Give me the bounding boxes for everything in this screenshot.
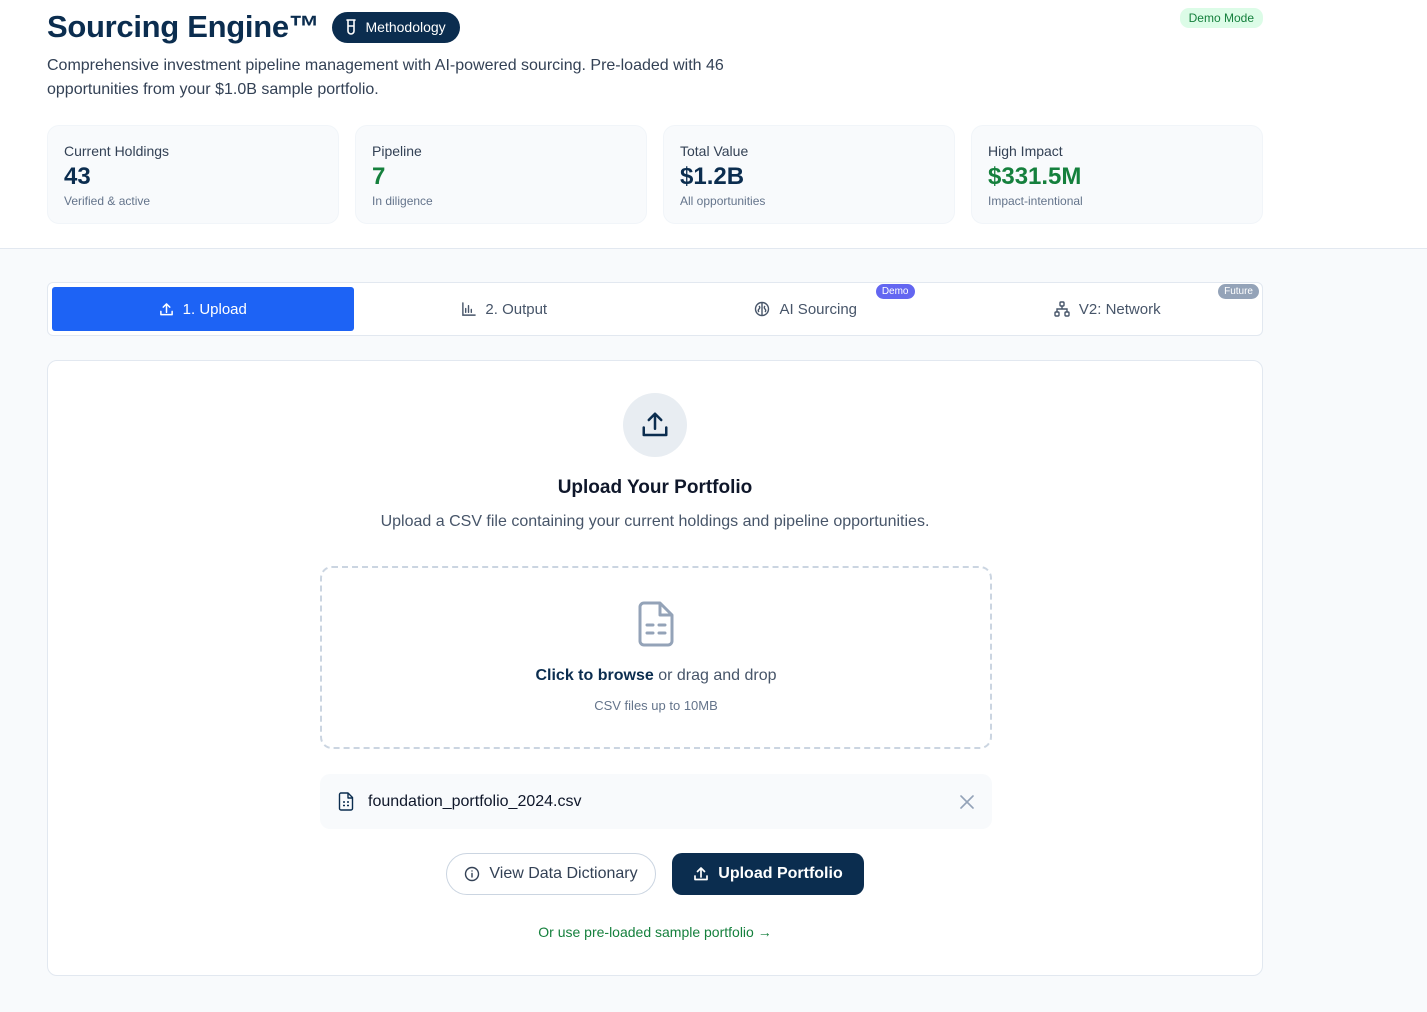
stat-pipeline: Pipeline 7 In diligence (355, 125, 647, 224)
stat-value: $331.5M (988, 163, 1082, 190)
methodology-button[interactable]: Methodology (331, 11, 460, 43)
info-icon (465, 866, 480, 882)
stat-value: 43 (64, 163, 91, 190)
stat-high-impact: High Impact $331.5M Impact-intentional (971, 125, 1263, 224)
page-header: Sourcing Engine™ Methodology Demo Mode C… (0, 0, 1427, 249)
stat-total-value: Total Value $1.2B All opportunities (663, 125, 955, 224)
upload-icon (642, 412, 668, 437)
drag-drop-text: or drag and drop (658, 667, 777, 684)
tab-label: V2: Network (1078, 300, 1161, 318)
dropzone-text: Click to browse or drag and drop (322, 667, 990, 685)
stat-value: 7 (372, 163, 386, 190)
button-label: View Data Dictionary (489, 865, 638, 882)
stat-label: High Impact (988, 143, 1063, 159)
brain-icon (755, 301, 770, 317)
stat-current-holdings: Current Holdings 43 Verified & active (47, 125, 339, 224)
browse-link[interactable]: Click to browse (535, 667, 653, 684)
sample-portfolio-link[interactable]: Or use pre-loaded sample portfolio → (48, 924, 1262, 940)
flask-icon (345, 19, 356, 35)
upload-icon (159, 302, 173, 315)
selected-file: foundation_portfolio_2024.csv (320, 774, 992, 829)
page-title: Sourcing Engine™ (47, 9, 320, 44)
future-badge: Future (1218, 284, 1259, 299)
stats-row: Current Holdings 43 Verified & active Pi… (47, 125, 1263, 224)
file-icon (338, 792, 354, 811)
view-data-dictionary-button[interactable]: View Data Dictionary (446, 853, 656, 895)
stat-sub: In diligence (372, 194, 433, 208)
upload-portfolio-button[interactable]: Upload Portfolio (672, 853, 864, 895)
stat-label: Current Holdings (64, 143, 170, 159)
button-label: Upload Portfolio (718, 865, 843, 882)
file-spreadsheet-icon (638, 601, 674, 647)
stat-label: Total Value (680, 143, 749, 159)
bar-chart-icon (462, 301, 477, 316)
stat-sub: Verified & active (64, 194, 151, 208)
tab-label: 1. Upload (182, 300, 247, 318)
stat-sub: All opportunities (680, 194, 766, 208)
methodology-label: Methodology (365, 19, 446, 35)
upload-description: Upload a CSV file containing your curren… (380, 513, 930, 530)
tab-label: 2. Output (485, 300, 548, 318)
upload-illustration (623, 393, 687, 457)
tab-ai-sourcing[interactable]: AI Sourcing Demo (655, 284, 957, 331)
stat-sub: Impact-intentional (988, 194, 1083, 208)
action-buttons: View Data Dictionary Upload Portfolio (48, 853, 1262, 895)
stat-label: Pipeline (372, 143, 422, 159)
page-subtitle: Comprehensive investment pipeline manage… (47, 57, 724, 98)
tab-upload[interactable]: 1. Upload (52, 287, 354, 331)
tab-network[interactable]: V2: Network Future (957, 284, 1259, 331)
network-icon (1054, 301, 1070, 317)
tab-output[interactable]: 2. Output (354, 287, 656, 331)
upload-card: Upload Your Portfolio Upload a CSV file … (47, 360, 1263, 976)
demo-mode-badge: Demo Mode (1179, 8, 1263, 28)
close-icon[interactable] (960, 794, 974, 809)
upload-title: Upload Your Portfolio (557, 477, 753, 498)
file-name: foundation_portfolio_2024.csv (368, 792, 582, 810)
file-dropzone[interactable]: Click to browse or drag and drop CSV fil… (320, 566, 992, 749)
demo-badge: Demo (875, 284, 915, 299)
upload-icon (694, 867, 709, 881)
stat-value: $1.2B (680, 163, 745, 190)
file-hint: CSV files up to 10MB (594, 698, 718, 713)
tab-bar: 1. Upload 2. Output AI Sourcing Demo V2:… (47, 282, 1263, 336)
tab-label: AI Sourcing (779, 300, 858, 318)
